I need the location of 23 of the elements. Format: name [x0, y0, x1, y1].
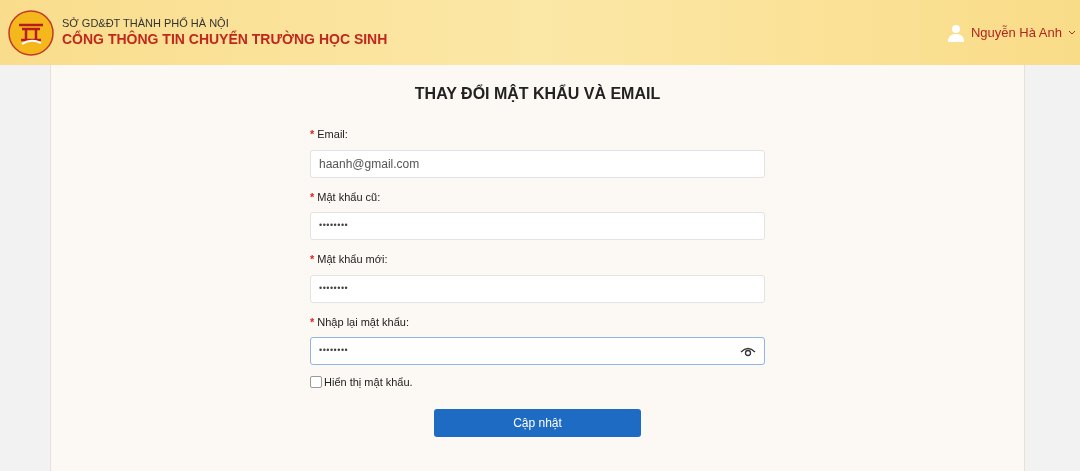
- logo-icon: [8, 9, 54, 56]
- field-label: Email:: [317, 127, 348, 142]
- eye-icon[interactable]: [740, 345, 756, 357]
- department-name: SỞ GD&ĐT THÀNH PHỐ HÀ NỘI: [62, 16, 230, 30]
- required-asterisk: *: [310, 314, 315, 330]
- password-field[interactable]: ••••••••: [310, 337, 765, 365]
- chevron-down-icon: [1068, 29, 1076, 36]
- required-asterisk: *: [310, 189, 315, 205]
- checkbox-label: Hiển thị mật khẩu.: [324, 375, 413, 390]
- field-label: Mật khẩu cũ:: [317, 189, 381, 205]
- required-asterisk: *: [310, 127, 315, 142]
- field-label: Mật khẩu mới:: [317, 252, 388, 267]
- portal-title: CỔNG THÔNG TIN CHUYỂN TRƯỜNG HỌC SINH: [62, 30, 388, 49]
- field-label: Nhập lại mật khẩu:: [317, 314, 409, 330]
- user-icon: [946, 23, 965, 42]
- email-field[interactable]: haanh@gmail.com: [310, 149, 765, 178]
- checkbox[interactable]: [310, 376, 322, 389]
- user-menu[interactable]: Nguyễn Hà Anh: [946, 22, 1076, 43]
- required-asterisk: *: [310, 252, 315, 267]
- password-field[interactable]: ••••••••: [310, 212, 765, 240]
- update-button[interactable]: Cập nhật: [434, 408, 641, 437]
- password-field[interactable]: ••••••••: [310, 274, 765, 303]
- form-title: THAY ĐỔI MẬT KHẨU VÀ EMAIL: [414, 83, 661, 104]
